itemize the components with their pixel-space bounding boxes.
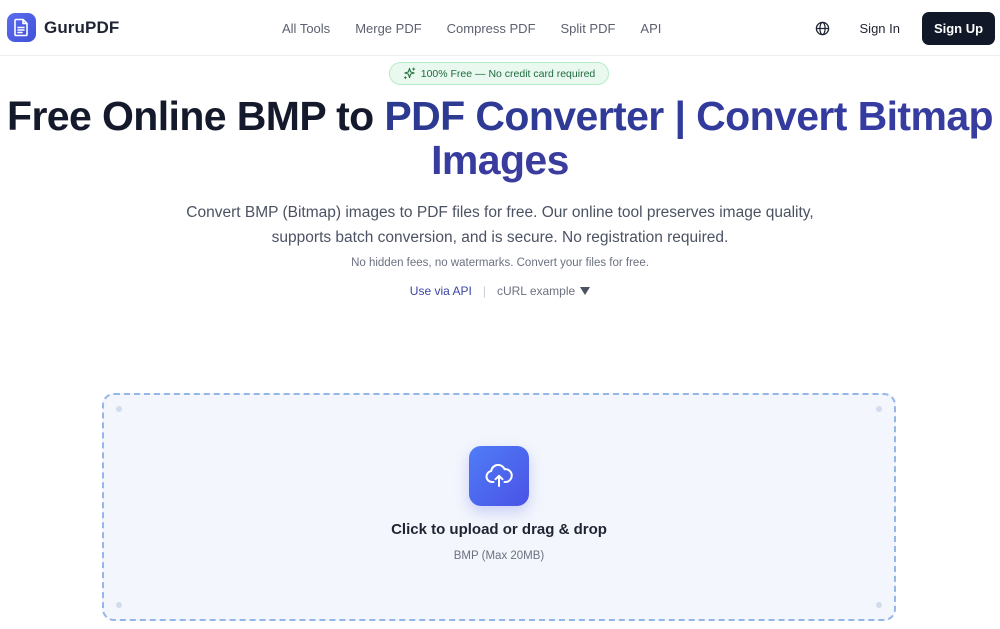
curl-example-label: cURL example xyxy=(496,284,576,298)
corner-dot xyxy=(116,602,122,608)
sign-in-button[interactable]: Sign In xyxy=(860,21,900,36)
title-part-1: Free Online BMP to xyxy=(7,93,385,139)
hero-note: No hidden fees, no watermarks. Convert y… xyxy=(351,257,649,269)
corner-dot xyxy=(876,602,882,608)
title-part-2: PDF Converter | Convert Bitmap Images xyxy=(384,93,993,183)
sparkles-icon xyxy=(403,67,416,80)
brand-name: GuruPDF xyxy=(44,17,120,37)
nav-item-all-tools[interactable]: All Tools xyxy=(282,21,330,36)
site-header: GuruPDF All Tools Merge PDF Compress PDF… xyxy=(0,0,1000,56)
globe-icon[interactable] xyxy=(812,17,834,39)
caret-down-icon xyxy=(580,287,591,295)
main-nav: All Tools Merge PDF Compress PDF Split P… xyxy=(282,0,661,56)
hero-description: Convert BMP (Bitmap) images to PDF files… xyxy=(186,204,814,246)
free-badge: 100% Free — No credit card required xyxy=(389,62,609,85)
curl-example-toggle[interactable]: cURL example xyxy=(496,284,591,298)
upload-title: Click to upload or drag & drop xyxy=(391,521,607,538)
nav-item-api[interactable]: API xyxy=(640,21,661,36)
api-links: Use via API | cURL example xyxy=(0,284,1000,298)
corner-dot xyxy=(876,406,882,412)
nav-item-merge-pdf[interactable]: Merge PDF xyxy=(355,21,421,36)
upload-subtitle: BMP (Max 20MB) xyxy=(453,550,545,562)
header-actions: Sign In Sign Up xyxy=(812,0,995,56)
nav-item-compress-pdf[interactable]: Compress PDF xyxy=(447,21,536,36)
separator: | xyxy=(482,284,486,298)
brand[interactable]: GuruPDF xyxy=(7,13,119,42)
document-logo-icon xyxy=(7,13,36,42)
sign-up-button[interactable]: Sign Up xyxy=(922,11,995,45)
page-title: Free Online BMP to PDF Converter | Conve… xyxy=(0,94,1000,182)
corner-dot xyxy=(116,406,122,412)
cloud-upload-icon[interactable] xyxy=(469,446,529,506)
use-via-api-link[interactable]: Use via API xyxy=(410,284,472,298)
nav-item-split-pdf[interactable]: Split PDF xyxy=(561,21,616,36)
badge-text: 100% Free — No credit card required xyxy=(420,67,596,80)
upload-dropzone[interactable]: Click to upload or drag & drop BMP (Max … xyxy=(102,393,896,621)
